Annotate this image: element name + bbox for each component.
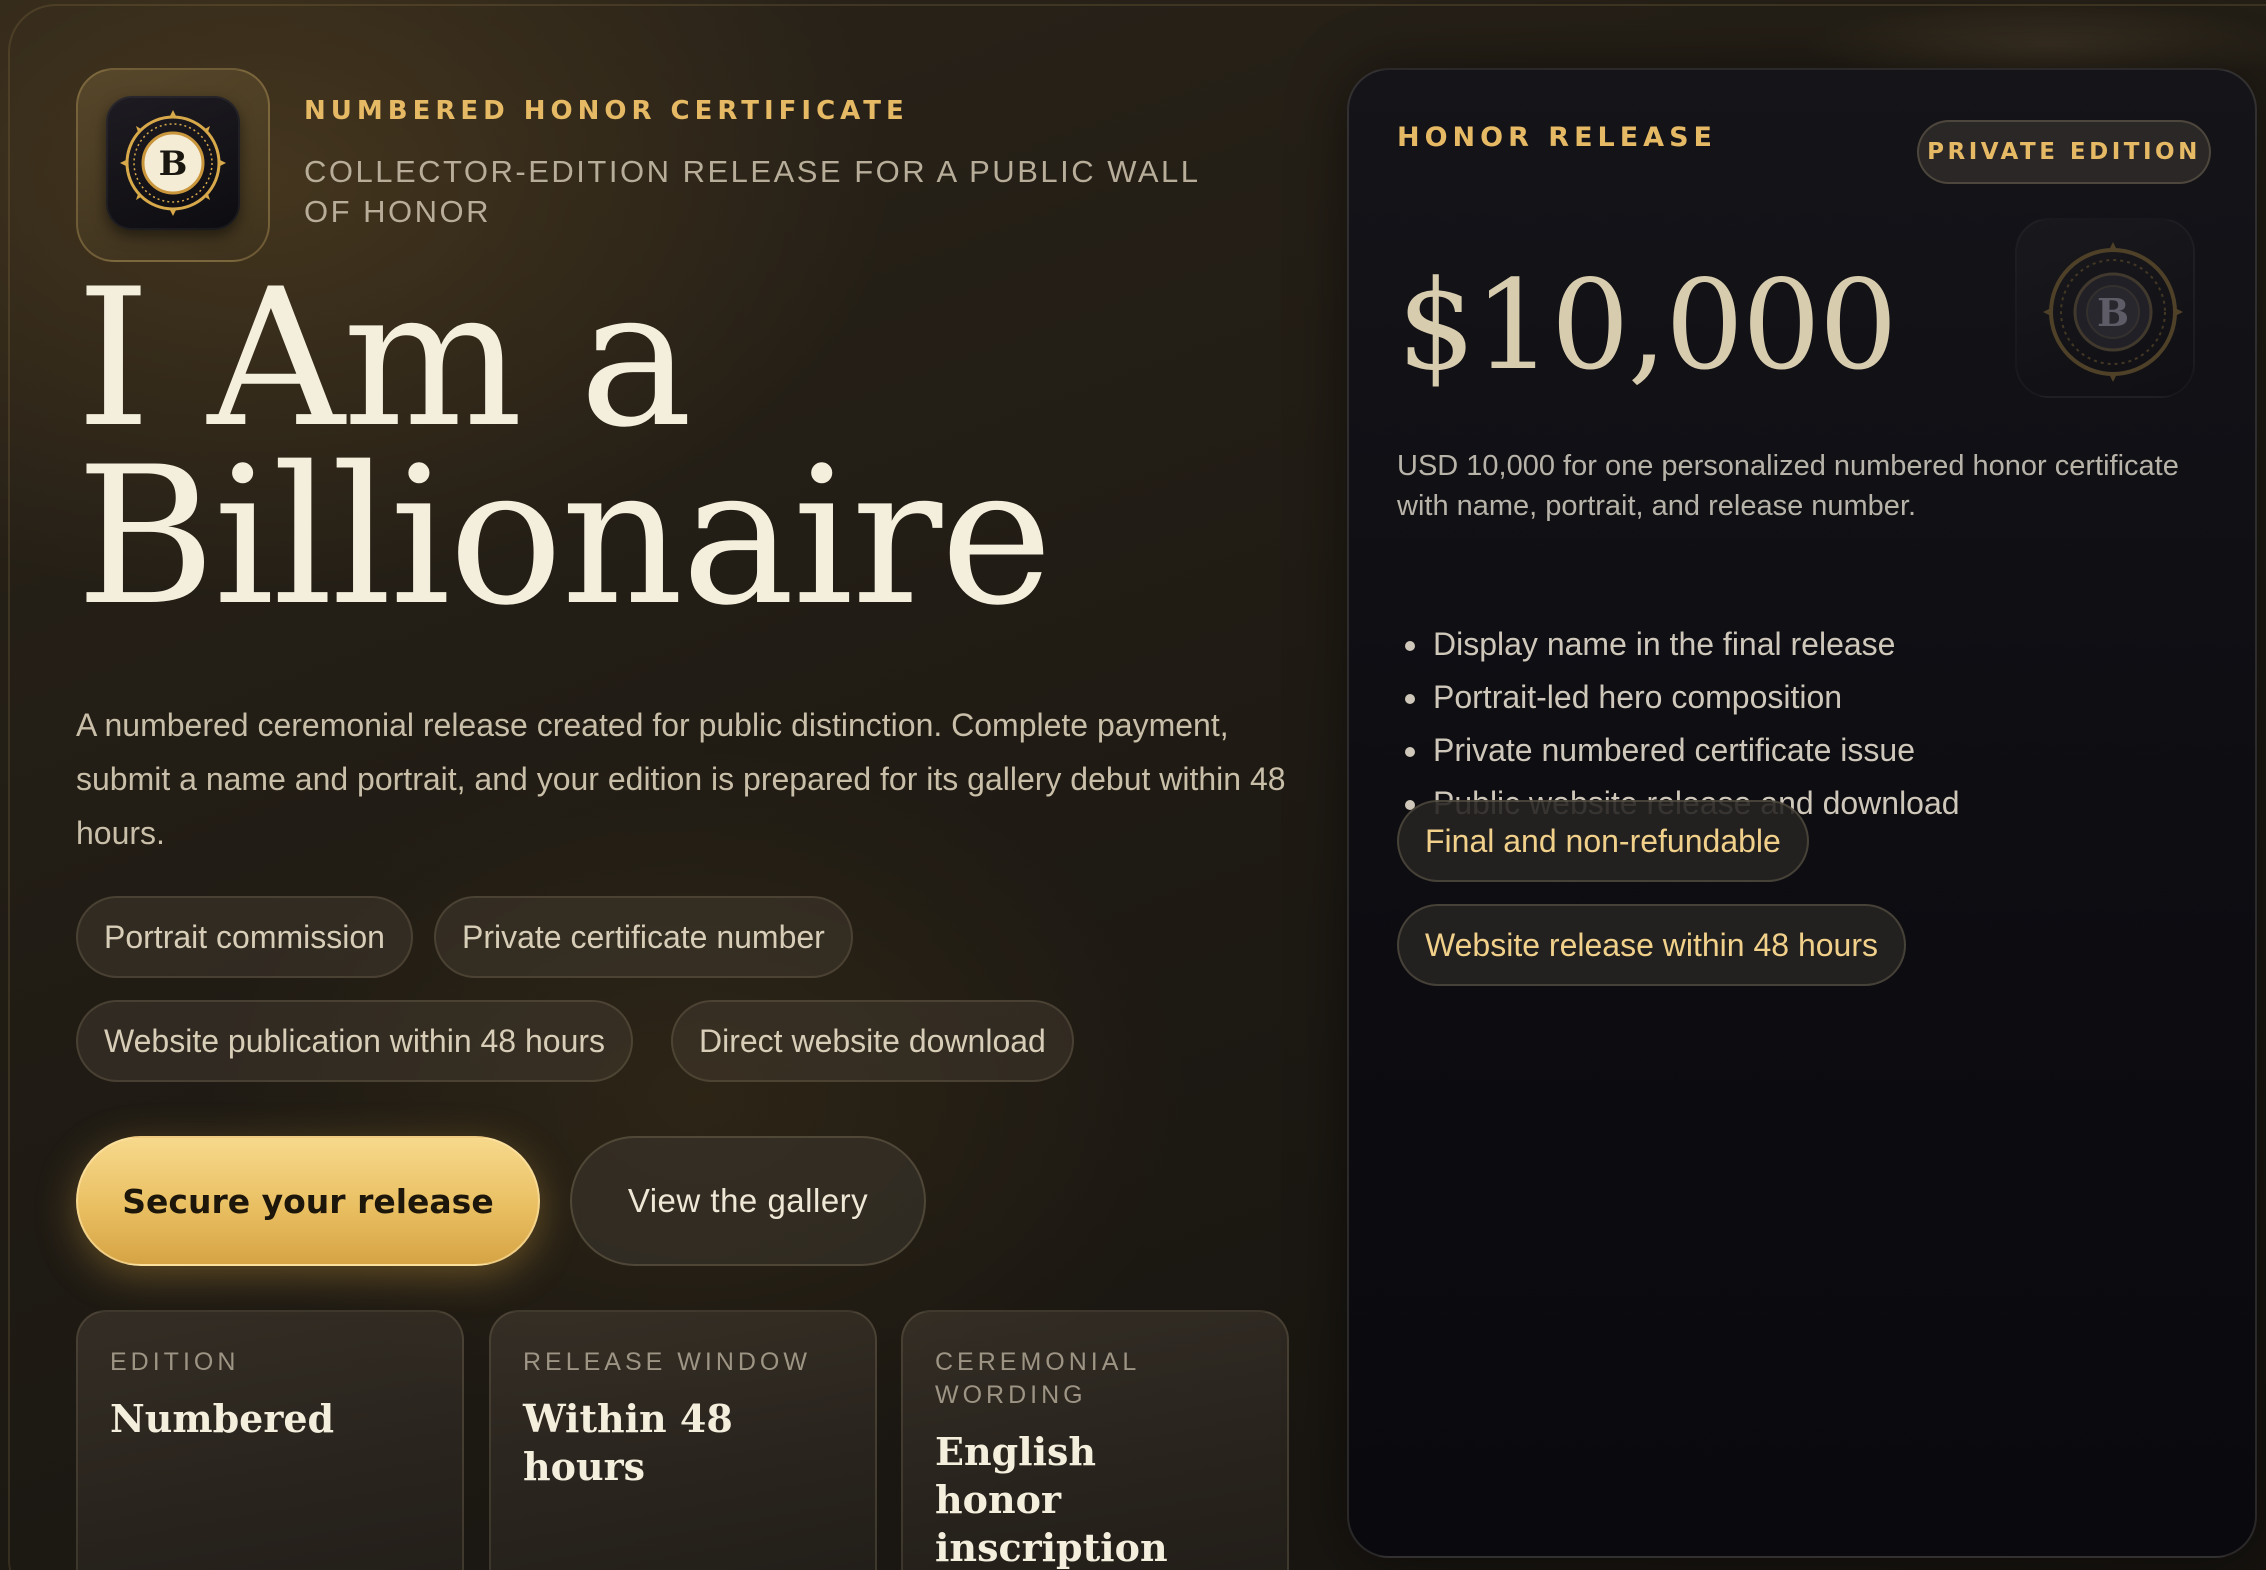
feature-item: Private numbered certificate issue [1397,724,1960,777]
stat-label: EDITION [110,1348,240,1376]
crest-seal-icon: B [2015,218,2195,398]
feature-item: Display name in the final release [1397,618,1960,671]
page: B NUMBERED HONOR CERTIFICATE COLLECTOR-E… [0,0,2266,1570]
stat-card-ceremonial-wording: CEREMONIAL WORDING English honor inscrip… [901,1310,1289,1570]
chip-direct-download: Direct website download [671,1000,1074,1082]
hero-title-line-1: I Am a [76,248,693,469]
hero-title: I Am a Billionaire [76,248,1276,647]
hero-description: A numbered ceremonial release created fo… [76,707,1286,851]
stat-card-edition: EDITION Numbered [76,1310,464,1570]
secure-release-button[interactable]: Secure your release [76,1136,540,1266]
chip-website-publication: Website publication within 48 hours [76,1000,634,1082]
eyebrow-label: NUMBERED HONOR CERTIFICATE [304,96,909,126]
hero-title-line-2: Billionaire [76,426,1053,647]
stat-card-release-window: RELEASE WINDOW Within 48 hours [489,1310,877,1570]
svg-text:B: B [159,144,188,184]
svg-text:B: B [2097,290,2129,335]
private-edition-badge: PRIVATE EDITION [1917,120,2211,184]
chip-portrait-commission: Portrait commission [76,896,413,978]
crest-seal-icon: B [106,96,240,230]
header-subtitle: COLLECTOR-EDITION RELEASE FOR A PUBLIC W… [304,154,1200,229]
price-description: USD 10,000 for one personalized numbered… [1397,450,2179,522]
notice-release-window: Website release within 48 hours [1397,904,1906,986]
price: $10,000 [1397,254,1898,398]
chip-certificate-number: Private certificate number [434,896,853,978]
notice-non-refundable: Final and non-refundable [1397,800,1809,882]
stat-label: RELEASE WINDOW [523,1348,811,1376]
feature-list: Display name in the final release Portra… [1397,618,1960,830]
view-gallery-button[interactable]: View the gallery [570,1136,926,1266]
pricing-panel: HONOR RELEASE PRIVATE EDITION $10,000 B … [1347,68,2257,1558]
stat-value: Within 48 hours [523,1396,733,1489]
stat-label: CEREMONIAL WORDING [935,1348,1140,1409]
brand-logo: B [76,68,270,262]
panel-eyebrow: HONOR RELEASE [1397,122,1717,153]
stat-value: English honor inscription [935,1429,1168,1570]
stat-value: Numbered [110,1396,335,1441]
feature-item: Portrait-led hero composition [1397,671,1960,724]
